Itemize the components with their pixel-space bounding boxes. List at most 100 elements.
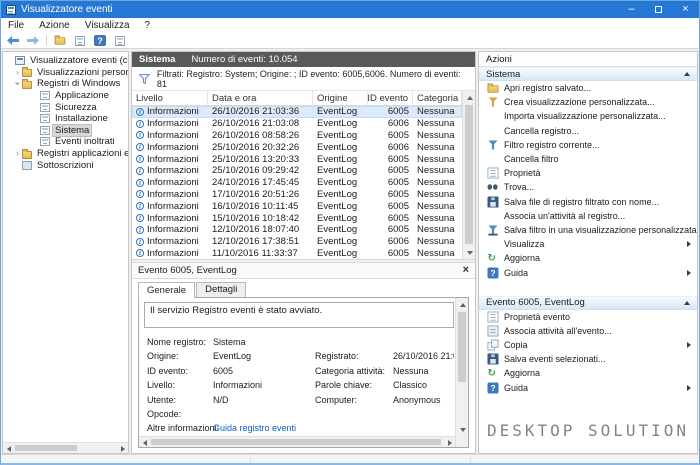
action-item[interactable]: Proprietà bbox=[479, 166, 697, 180]
action-item[interactable]: Visualizza bbox=[479, 237, 697, 251]
tree-item-label: Sottoscrizioni bbox=[35, 160, 96, 171]
tree-item[interactable]: Eventi inoltrati bbox=[3, 136, 128, 148]
maximize-button[interactable] bbox=[645, 1, 672, 18]
actions-section-header[interactable]: Evento 6005, EventLog bbox=[479, 296, 697, 310]
tab[interactable]: Generale bbox=[138, 282, 195, 298]
column-header-date[interactable]: Data e ora bbox=[208, 91, 313, 105]
action-item[interactable]: Cancella registro... bbox=[479, 124, 697, 138]
detail-horizontal-scrollbar[interactable] bbox=[139, 436, 455, 447]
event-row[interactable]: Informazioni 25/10/2016 13:20:33 EventLo… bbox=[132, 153, 462, 165]
field-value: Classico bbox=[393, 380, 454, 390]
detail-vertical-scrollbar[interactable] bbox=[455, 298, 468, 447]
tree-horizontal-scrollbar[interactable] bbox=[3, 442, 128, 453]
tab[interactable]: Dettagli bbox=[196, 282, 246, 298]
event-row[interactable]: Informazioni 15/10/2016 10:18:42 EventLo… bbox=[132, 212, 462, 224]
tree-item[interactable]: Visualizzazioni personalizzate bbox=[3, 67, 128, 79]
menu-item[interactable]: Visualizza bbox=[85, 20, 130, 31]
action-item[interactable]: Guida bbox=[479, 381, 697, 395]
scroll-down-icon[interactable] bbox=[456, 423, 469, 436]
action-item[interactable]: Proprietà evento bbox=[479, 310, 697, 324]
event-row[interactable]: Informazioni 25/10/2016 20:32:26 EventLo… bbox=[132, 141, 462, 153]
filter-bar: Filtrati: Registro: System; Origine: ; I… bbox=[132, 67, 475, 91]
action-item[interactable]: Apri registro salvato... bbox=[479, 81, 697, 95]
column-header-event-id[interactable]: ID evento bbox=[368, 91, 413, 105]
scroll-up-icon[interactable] bbox=[456, 298, 469, 311]
event-row[interactable]: Informazioni 26/10/2016 21:03:08 EventLo… bbox=[132, 118, 462, 130]
information-level-icon bbox=[136, 143, 144, 151]
actions-section-header[interactable]: Sistema bbox=[479, 67, 697, 81]
scrollbar-thumb[interactable] bbox=[15, 445, 77, 451]
tree-item[interactable]: Sottoscrizioni bbox=[3, 159, 128, 171]
event-row[interactable]: Informazioni 12/10/2016 17:38:51 EventLo… bbox=[132, 236, 462, 248]
tree-item[interactable]: Sicurezza bbox=[3, 101, 128, 113]
information-level-icon bbox=[136, 226, 144, 234]
show-console-tree-icon[interactable] bbox=[53, 34, 67, 47]
action-item[interactable]: Aggiorna bbox=[479, 366, 697, 380]
event-row[interactable]: Informazioni 12/10/2016 18:07:40 EventLo… bbox=[132, 224, 462, 236]
event-row[interactable]: Informazioni 26/10/2016 08:58:26 EventLo… bbox=[132, 130, 462, 142]
collapse-section-icon[interactable] bbox=[684, 72, 690, 76]
event-category: Nessuna bbox=[413, 224, 462, 236]
forward-icon[interactable] bbox=[26, 34, 40, 47]
event-id: 6005 bbox=[368, 106, 413, 118]
tree-item[interactable]: Registri applicazioni e servizi bbox=[3, 148, 128, 160]
tree-item[interactable]: Sistema bbox=[3, 125, 128, 137]
close-icon[interactable]: × bbox=[463, 265, 469, 276]
scrollbar-thumb[interactable] bbox=[458, 312, 466, 382]
scroll-up-icon[interactable] bbox=[463, 91, 476, 104]
action-item[interactable]: Copia bbox=[479, 338, 697, 352]
action-item[interactable]: Crea visualizzazione personalizzata... bbox=[479, 95, 697, 109]
column-header-level[interactable]: Livello bbox=[132, 91, 208, 105]
console-window-icon[interactable] bbox=[73, 34, 87, 47]
tree-item[interactable]: Installazione bbox=[3, 113, 128, 125]
menu-item[interactable]: File bbox=[8, 20, 24, 31]
action-item[interactable]: Guida bbox=[479, 265, 697, 279]
action-item[interactable]: Aggiorna bbox=[479, 251, 697, 265]
event-row[interactable]: Informazioni 26/10/2016 21:03:36 EventLo… bbox=[132, 106, 462, 118]
action-item[interactable]: Filtro registro corrente... bbox=[479, 138, 697, 152]
minimize-button[interactable]: – bbox=[618, 1, 645, 18]
titlebar[interactable]: Visualizzatore eventi – × bbox=[1, 1, 699, 18]
column-header-category[interactable]: Categoria a... bbox=[413, 91, 462, 105]
action-item[interactable]: Salva file di registro filtrato con nome… bbox=[479, 195, 697, 209]
action-item[interactable]: Associa attività all'evento... bbox=[479, 324, 697, 338]
event-row[interactable]: Informazioni 16/10/2016 10:11:45 EventLo… bbox=[132, 200, 462, 212]
action-item[interactable]: Salva eventi selezionati... bbox=[479, 352, 697, 366]
action-item[interactable]: Cancella filtro bbox=[479, 152, 697, 166]
event-level: Informazioni bbox=[147, 130, 199, 141]
scroll-right-icon[interactable] bbox=[444, 437, 455, 448]
table-vertical-scrollbar[interactable] bbox=[462, 91, 475, 259]
back-icon[interactable] bbox=[6, 34, 20, 47]
information-level-icon bbox=[136, 167, 144, 175]
close-button[interactable]: × bbox=[672, 1, 699, 18]
action-item[interactable]: Salva filtro in una visualizzazione pers… bbox=[479, 223, 697, 237]
menu-item[interactable]: ? bbox=[145, 20, 151, 31]
scroll-right-icon[interactable] bbox=[117, 443, 128, 454]
column-header-source[interactable]: Origine bbox=[313, 91, 368, 105]
tree-item[interactable]: Visualizzatore eventi (computer bbox=[3, 55, 128, 67]
tree-item[interactable]: Registri di Windows bbox=[3, 78, 128, 90]
event-row[interactable]: Informazioni 11/10/2016 11:33:37 EventLo… bbox=[132, 248, 462, 260]
detail-body: Il servizio Registro eventi è stato avvi… bbox=[138, 297, 469, 448]
tree-expander-icon[interactable] bbox=[13, 79, 22, 88]
menu-item[interactable]: Azione bbox=[39, 20, 70, 31]
scrollbar-thumb[interactable] bbox=[465, 105, 473, 244]
event-row[interactable]: Informazioni 24/10/2016 17:45:45 EventLo… bbox=[132, 177, 462, 189]
tree-expander-icon[interactable] bbox=[13, 68, 22, 77]
event-row[interactable]: Informazioni 17/10/2016 20:51:26 EventLo… bbox=[132, 189, 462, 201]
event-row[interactable]: Informazioni 25/10/2016 09:29:42 EventLo… bbox=[132, 165, 462, 177]
tree-item[interactable]: Applicazione bbox=[3, 90, 128, 102]
console-properties-icon[interactable] bbox=[113, 34, 127, 47]
help-icon[interactable] bbox=[93, 34, 107, 47]
action-item[interactable]: Importa visualizzazione personalizzata..… bbox=[479, 109, 697, 123]
collapse-section-icon[interactable] bbox=[684, 301, 690, 305]
scrollbar-thumb[interactable] bbox=[151, 439, 441, 445]
scroll-left-icon[interactable] bbox=[3, 443, 14, 454]
field-value[interactable]: Guida registro eventi bbox=[213, 423, 313, 433]
action-item[interactable]: Associa un'attività al registro... bbox=[479, 209, 697, 223]
action-item-label: Apri registro salvato... bbox=[504, 83, 591, 93]
scroll-down-icon[interactable] bbox=[463, 246, 476, 259]
tree-expander-icon[interactable] bbox=[13, 149, 22, 158]
action-item[interactable]: Trova... bbox=[479, 180, 697, 194]
scroll-left-icon[interactable] bbox=[139, 437, 150, 448]
